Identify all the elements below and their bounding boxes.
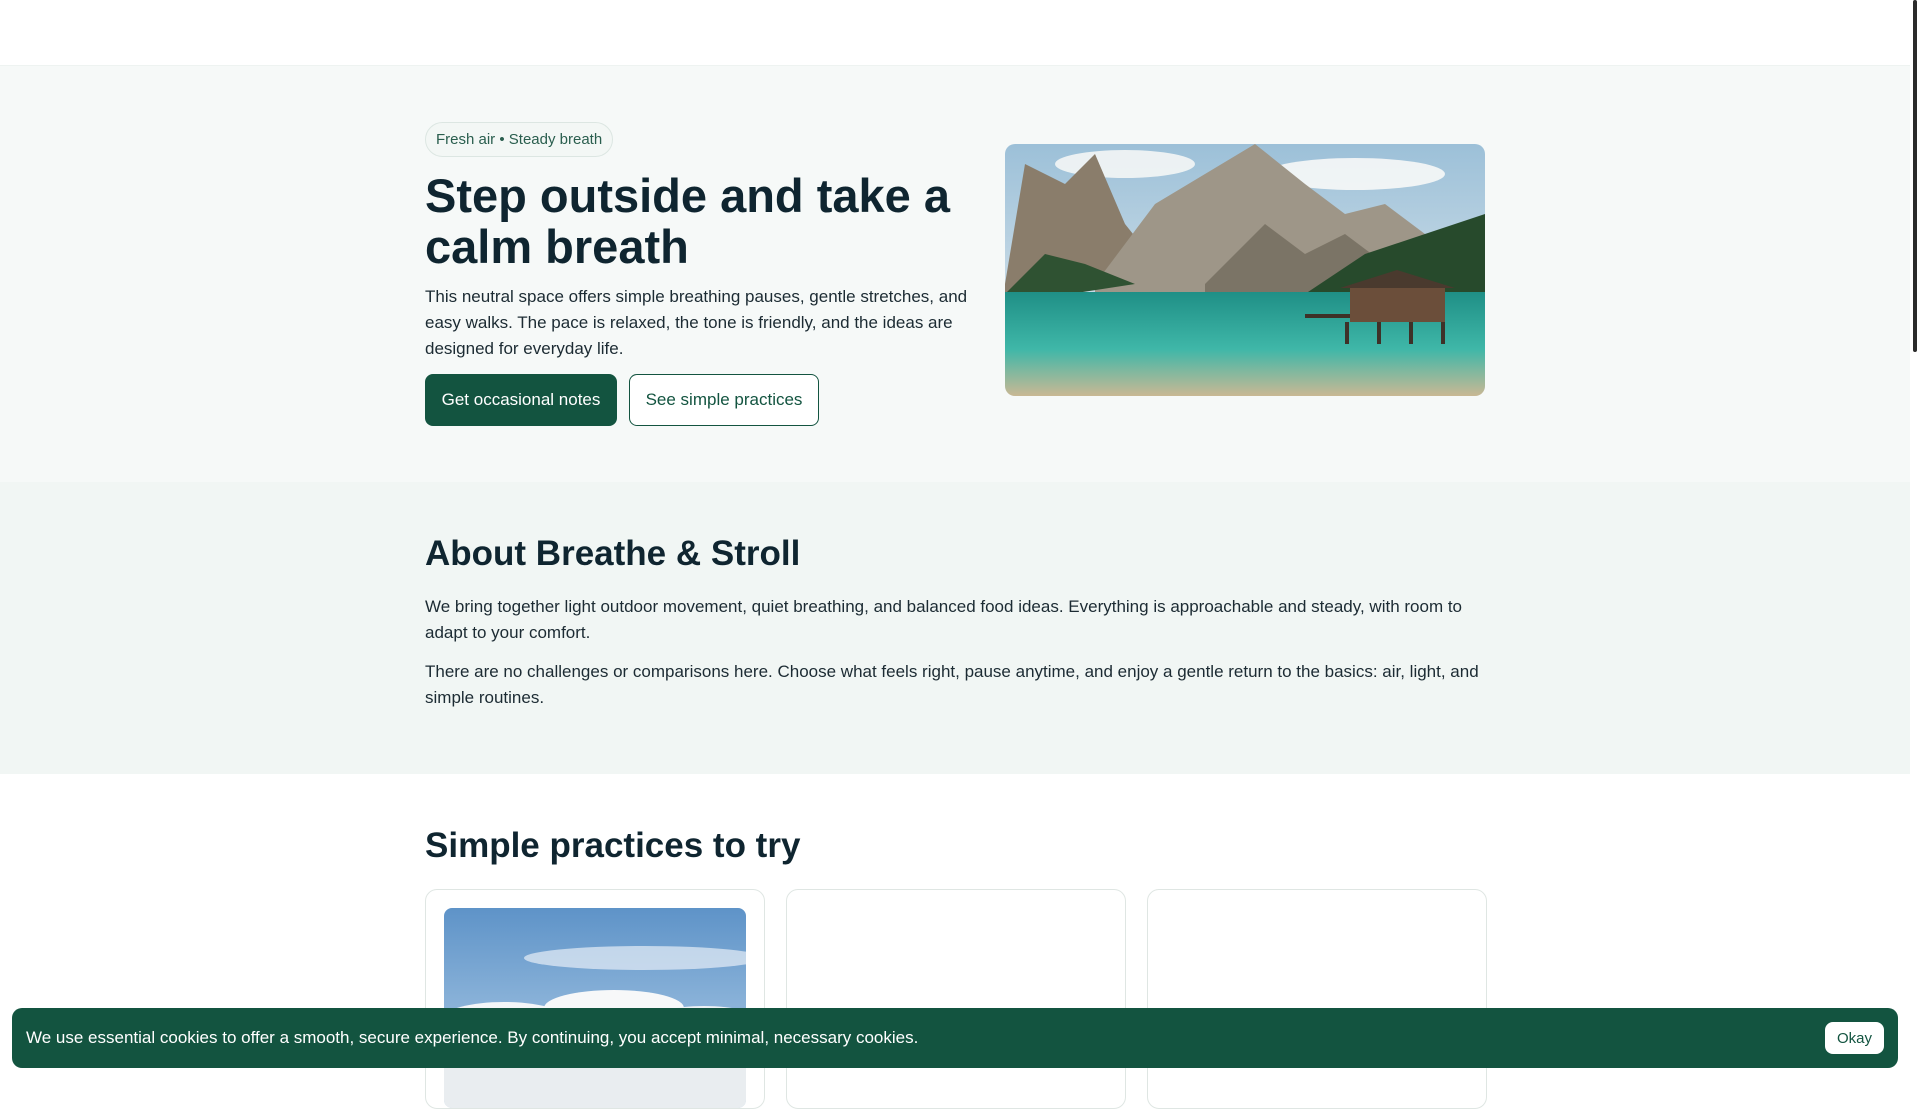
about-paragraph-1: We bring together light outdoor movement… <box>425 597 1463 642</box>
page-scrollbar[interactable] <box>1910 0 1920 1080</box>
lake-mountain-image <box>1005 144 1485 396</box>
practice-card[interactable] <box>425 889 765 1109</box>
get-notes-button[interactable]: Get occasional notes <box>425 374 617 426</box>
hero-description: This neutral space offers simple breathi… <box>425 287 968 358</box>
about-title: About Breathe & Stroll <box>425 534 801 573</box>
cookie-message: We use essential cookies to offer a smoo… <box>26 1028 919 1047</box>
practices-title: Simple practices to try <box>425 826 801 865</box>
hero-title: Step outside and take a calm breath <box>425 169 950 273</box>
cookie-banner: We use essential cookies to offer a smoo… <box>12 1008 1898 1068</box>
scrollbar-thumb[interactable] <box>1913 0 1917 352</box>
practice-card[interactable] <box>1147 889 1487 1109</box>
hero-section: Fresh air • Steady breath Step outside a… <box>0 65 1920 482</box>
about-paragraph-2: There are no challenges or comparisons h… <box>425 662 1479 707</box>
top-bar <box>0 0 1920 65</box>
hero-tag-pill: Fresh air • Steady breath <box>425 122 614 157</box>
about-section: About Breathe & Stroll We bring together… <box>0 482 1920 774</box>
cookie-okay-button[interactable]: Okay <box>1824 1022 1884 1054</box>
see-practices-button[interactable]: See simple practices <box>629 374 819 426</box>
practice-card[interactable] <box>786 889 1126 1109</box>
